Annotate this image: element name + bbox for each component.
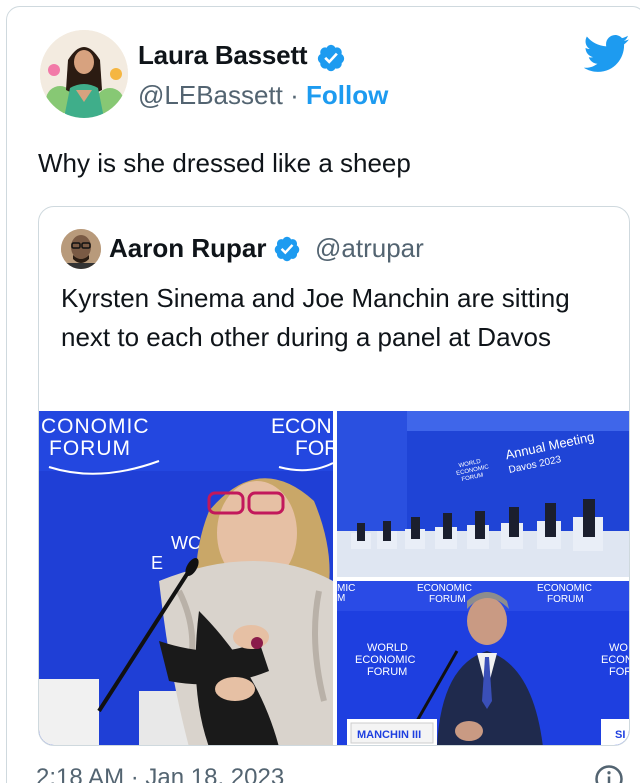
img1-logo-line2: FORUM: [49, 437, 131, 460]
img1-bg-text1: WC: [171, 533, 201, 553]
verified-badge-icon: [317, 44, 345, 72]
quoted-author-handle[interactable]: @atrupar: [315, 233, 424, 264]
img3-right1: WO: [609, 642, 628, 654]
quoted-tweet[interactable]: Aaron Rupar @atrupar Kyrsten Sinema and …: [38, 206, 630, 746]
verified-badge-icon: [274, 236, 300, 262]
tweet-text: Why is she dressed like a sheep: [38, 148, 411, 178]
twitter-bird-icon[interactable]: [584, 34, 630, 74]
img3-center3: FORUM: [367, 666, 407, 678]
img3-top-mid2: FORUM: [429, 594, 466, 605]
img3-right3: FOR: [609, 666, 630, 678]
img3-top-mid1: ECONOMIC: [417, 583, 472, 594]
img1-logo-line1: CONOMIC: [41, 415, 150, 438]
media-photo-sinema[interactable]: CONOMIC FORUM ECON FOR WC E: [39, 411, 333, 745]
media-photo-panel[interactable]: WORLD ECONOMIC FORUM Annual Meeting Davo…: [337, 411, 629, 577]
img1-logo-right2: FOR: [295, 437, 333, 460]
img3-top-right2: FORUM: [547, 594, 584, 605]
img1-logo-right1: ECON: [271, 415, 332, 438]
quoted-author-avatar[interactable]: [61, 229, 101, 269]
nameplate-right-text: SI: [615, 729, 625, 741]
author-handle[interactable]: @LEBassett: [138, 80, 283, 110]
info-icon[interactable]: [594, 764, 624, 783]
img3-center2: ECONOMIC: [355, 654, 416, 666]
follow-button[interactable]: Follow: [306, 80, 388, 110]
img3-top-right1: ECONOMIC: [537, 583, 592, 594]
author-name[interactable]: Laura Bassett: [138, 40, 308, 71]
media-photo-manchin[interactable]: MIC M ECONOMIC FORUM ECONOMIC FORUM WORL…: [337, 581, 630, 745]
img1-bg-text2: E: [151, 553, 163, 573]
img3-right2: ECON: [601, 654, 630, 666]
author-avatar[interactable]: [40, 30, 128, 118]
nameplate-text: MANCHIN III: [357, 729, 421, 741]
author-handle-line: @LEBassett · Follow: [138, 80, 388, 111]
quoted-tweet-text: Kyrsten Sinema and Joe Manchin are sitti…: [61, 283, 570, 352]
handle-separator: ·: [290, 80, 299, 110]
tweet-timestamp[interactable]: 2:18 AM · Jan 18, 2023: [36, 764, 284, 783]
img3-center1: WORLD: [367, 642, 408, 654]
media-grid: CONOMIC FORUM ECON FOR WC E: [39, 411, 630, 745]
quoted-author-name[interactable]: Aaron Rupar: [109, 233, 266, 264]
img3-top-left2: M: [337, 593, 345, 604]
